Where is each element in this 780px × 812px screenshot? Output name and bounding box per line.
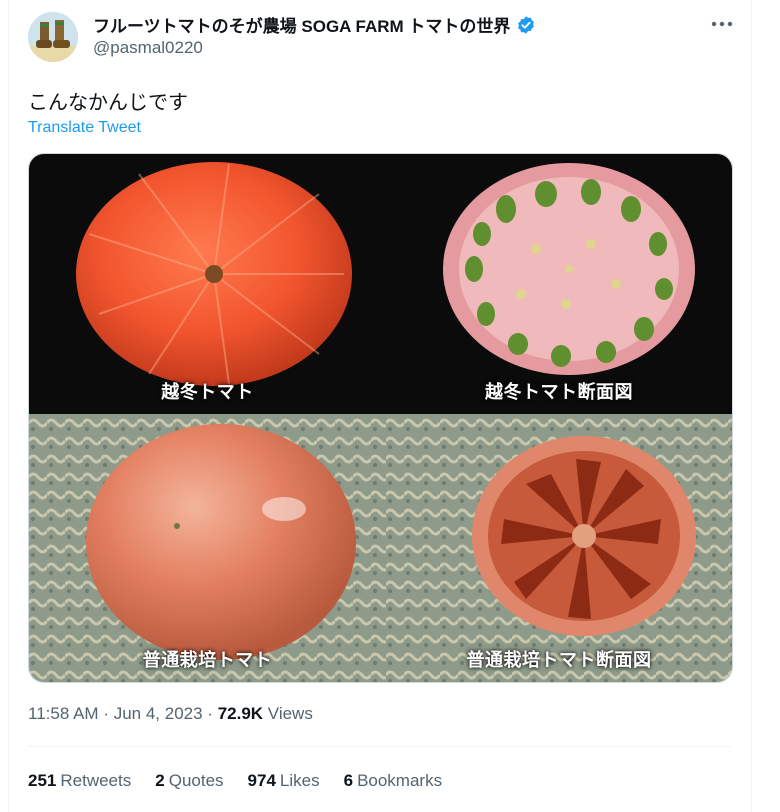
tweet-text: こんなかんじです xyxy=(28,92,188,114)
quotes-label: Quotes xyxy=(168,771,224,790)
tweet-media[interactable]: 越冬トマト 越冬トマト断面図 普通栽培トマト 普通栽培トマト断面図 xyxy=(28,153,733,683)
caption-winter-tomato: 越冬トマト xyxy=(161,382,254,402)
photo-regular-tomato-cross-section[interactable]: 普通栽培トマト断面図 xyxy=(386,414,732,682)
winter-tomato-image xyxy=(29,154,386,414)
regular-tomato-image xyxy=(29,414,386,682)
regular-tomato-cross-section-image xyxy=(386,414,732,682)
caption-regular-tomato: 普通栽培トマト xyxy=(142,650,273,670)
display-name[interactable]: フルーツトマトのそが農場 SOGA FARM トマトの世界 xyxy=(93,12,510,37)
author-handle[interactable]: @pasmal0220 xyxy=(93,38,203,58)
likes-label: Likes xyxy=(279,771,320,790)
bookmarks-count: 6 xyxy=(343,771,354,790)
tweet-time[interactable]: 11:58 AM xyxy=(28,704,99,723)
meta-separator: · xyxy=(207,704,218,723)
divider xyxy=(28,746,731,747)
quotes-stat[interactable]: 2 Quotes xyxy=(155,771,223,791)
bookmarks-stat[interactable]: 6 Bookmarks xyxy=(344,771,443,791)
views-label: Views xyxy=(267,704,313,723)
likes-stat[interactable]: 974 Likes xyxy=(248,771,320,791)
photo-regular-tomato[interactable]: 普通栽培トマト xyxy=(29,414,386,682)
author-name-row: フルーツトマトのそが農場 SOGA FARM トマトの世界 xyxy=(93,12,536,37)
bookmarks-label: Bookmarks xyxy=(357,771,443,790)
verified-badge-icon xyxy=(518,15,535,34)
tweet-card: フルーツトマトのそが農場 SOGA FARM トマトの世界 @pasmal022… xyxy=(8,0,752,812)
retweets-stat[interactable]: 251 Retweets xyxy=(28,771,131,791)
quotes-count: 2 xyxy=(155,771,165,790)
more-options-button[interactable] xyxy=(707,12,737,36)
more-options-icon xyxy=(711,21,733,27)
caption-winter-tomato-cross-section: 越冬トマト断面図 xyxy=(485,382,633,402)
likes-count: 974 xyxy=(247,771,276,790)
winter-tomato-cross-section-image xyxy=(386,154,732,414)
retweets-count: 251 xyxy=(28,771,57,790)
photo-winter-tomato[interactable]: 越冬トマト xyxy=(29,154,386,414)
photo-winter-tomato-cross-section[interactable]: 越冬トマト断面図 xyxy=(386,154,732,414)
caption-regular-tomato-cross-section: 普通栽培トマト断面図 xyxy=(466,650,652,670)
avatar-boots-icon xyxy=(28,12,78,62)
tweet-date[interactable]: Jun 4, 2023 xyxy=(114,704,203,723)
engagement-stats: 251 Retweets 2 Quotes 974 Likes 6 Bookmarks xyxy=(28,771,442,791)
views-count: 72.9K xyxy=(217,704,264,723)
tweet-meta: 11:58 AM · Jun 4, 2023 · 72.9K Views xyxy=(28,704,313,724)
retweets-label: Retweets xyxy=(60,771,132,790)
translate-tweet-link[interactable]: Translate Tweet xyxy=(28,119,141,137)
meta-separator: · xyxy=(103,704,114,723)
avatar[interactable] xyxy=(28,12,78,62)
